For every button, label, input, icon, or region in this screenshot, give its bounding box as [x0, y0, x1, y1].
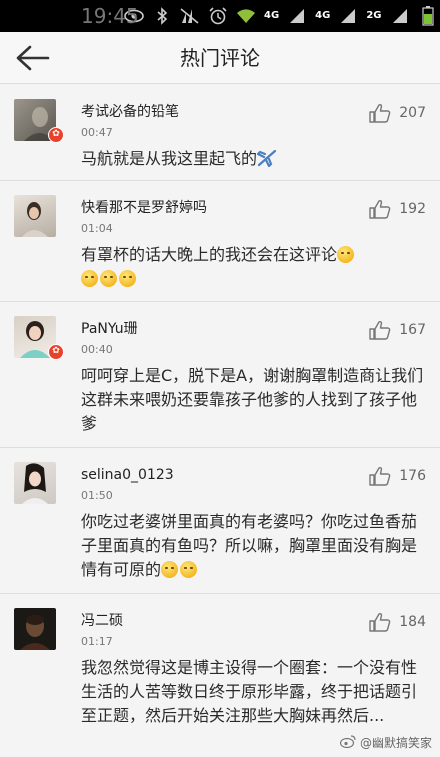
- thumbs-up-icon: [369, 199, 391, 219]
- like-count: 176: [399, 468, 426, 484]
- comment-body: 你吃过老婆饼里面真的有老婆吗？你吃过鱼香茄子里面真的有鱼吗？所以嘛，胸罩里面没有…: [81, 512, 418, 579]
- thumbs-up-icon: [369, 466, 391, 486]
- comment-time: 01:17: [81, 635, 113, 648]
- comment-list: ✿ 考试必备的铅笔 00:47 207 马航就是从我这里起飞的 快看那不是罗舒婷…: [0, 85, 440, 757]
- status-bar: 4G 4G 2G 19:45: [0, 0, 440, 32]
- thumbs-up-icon: [369, 103, 391, 123]
- comment-item: 快看那不是罗舒婷吗 01:04 192 有罩杯的话大晚上的我还会在这评论: [0, 181, 440, 302]
- comment-body: 有罩杯的话大晚上的我还会在这评论: [81, 245, 338, 264]
- status-time: 19:45: [81, 4, 139, 28]
- like-button[interactable]: 176: [369, 466, 426, 486]
- comment-text: 有罩杯的话大晚上的我还会在这评论: [81, 243, 356, 291]
- comment-text: 马航就是从我这里起飞的: [81, 147, 431, 174]
- comment-body: 马航就是从我这里起飞的: [81, 149, 258, 168]
- avatar[interactable]: [14, 195, 56, 237]
- smirk-emoji-icon: [81, 270, 98, 287]
- comment-text: 呵呵穿上是C，脱下是A，谢谢胸罩制造商让我们这群未来喂奶还要靠孩子他爹的人找到了…: [81, 366, 424, 433]
- like-count: 167: [399, 322, 426, 338]
- comment-author[interactable]: PaNYu珊: [81, 320, 138, 338]
- avatar[interactable]: [14, 608, 56, 650]
- blush-emoji-icon: [161, 561, 179, 578]
- airplane-emoji-icon: [256, 149, 277, 174]
- thumbs-up-icon: [369, 320, 391, 340]
- like-button[interactable]: 184: [369, 612, 426, 632]
- comment-item: ✿ 考试必备的铅笔 00:47 207 马航就是从我这里起飞的: [0, 85, 440, 181]
- comment-author[interactable]: 冯二硕: [81, 612, 123, 630]
- page-title: 热门评论: [180, 46, 260, 70]
- comment-item: ✿ PaNYu珊 00:40 167 呵呵穿上是C，脱下是A，谢谢胸罩制造商让我…: [0, 302, 440, 448]
- comment-author[interactable]: 快看那不是罗舒婷吗: [81, 199, 207, 217]
- header-bar: 热门评论: [0, 32, 440, 84]
- comment-time: 00:40: [81, 343, 113, 356]
- comment-author[interactable]: 考试必备的铅笔: [81, 103, 179, 121]
- comment-time: 01:04: [81, 222, 113, 235]
- comment-item: 冯二硕 01:17 184 我忽然觉得这是博主设得一个圈套：一个没有性生活的人苦…: [0, 594, 440, 757]
- weibo-logo-icon: [339, 734, 356, 751]
- blush-emoji-icon: [180, 561, 198, 578]
- watermark: @幽默搞笑家: [339, 734, 432, 751]
- smirk-emoji-icon: [100, 270, 117, 287]
- smirk-emoji-icon: [119, 270, 136, 287]
- verified-badge-icon: ✿: [48, 127, 64, 143]
- thumbs-up-icon: [369, 612, 391, 632]
- like-button[interactable]: 192: [369, 199, 426, 219]
- comment-text: 你吃过老婆饼里面真的有老婆吗？你吃过鱼香茄子里面真的有鱼吗？所以嘛，胸罩里面没有…: [81, 510, 431, 582]
- verified-badge-icon: ✿: [48, 344, 64, 360]
- comment-item: selina0_0123 01:50 176 你吃过老婆饼里面真的有老婆吗？你吃…: [0, 448, 440, 594]
- like-count: 184: [399, 614, 426, 630]
- comment-time: 01:50: [81, 489, 113, 502]
- watermark-text: @幽默搞笑家: [359, 736, 432, 750]
- like-button[interactable]: 207: [369, 103, 426, 123]
- avatar[interactable]: [14, 462, 56, 504]
- smirk-emoji-icon: [337, 246, 355, 263]
- comment-time: 00:47: [81, 126, 113, 139]
- comment-author[interactable]: selina0_0123: [81, 466, 174, 484]
- like-count: 192: [399, 201, 426, 217]
- like-button[interactable]: 167: [369, 320, 426, 340]
- comment-text: 我忽然觉得这是博主设得一个圈套：一个没有性生活的人苦等数日终于原形毕露，终于把话…: [81, 658, 418, 725]
- like-count: 207: [399, 105, 426, 121]
